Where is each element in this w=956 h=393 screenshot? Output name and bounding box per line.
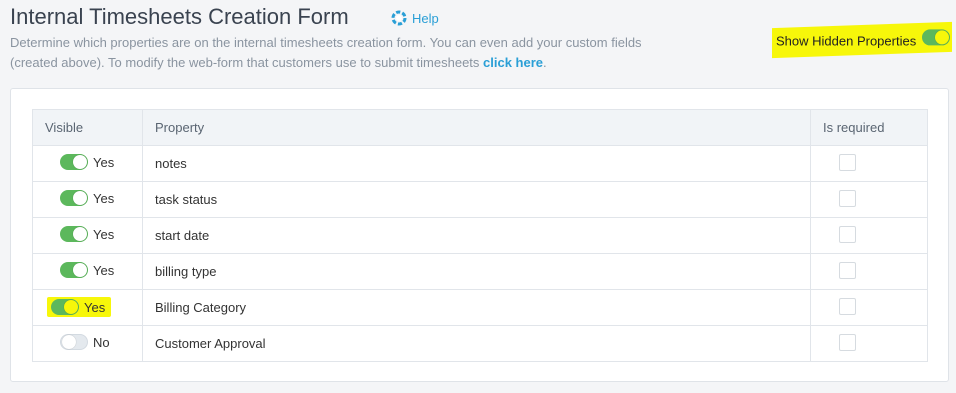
help-label: Help bbox=[412, 10, 439, 26]
property-name: billing type bbox=[142, 253, 811, 290]
visible-toggle[interactable] bbox=[51, 299, 79, 315]
properties-table: Visible Property Is required Yes notes Y… bbox=[32, 109, 928, 362]
visible-label: Yes bbox=[93, 154, 115, 170]
help-link[interactable]: Help bbox=[391, 10, 439, 26]
required-cell bbox=[810, 253, 928, 290]
show-hidden-properties-toggle[interactable] bbox=[922, 29, 950, 46]
required-cell bbox=[810, 289, 928, 326]
lifebuoy-icon bbox=[391, 10, 407, 26]
visible-label: Yes bbox=[84, 299, 106, 315]
required-checkbox[interactable] bbox=[839, 297, 856, 315]
column-header-visible: Visible bbox=[32, 109, 143, 146]
column-header-required: Is required bbox=[810, 109, 928, 146]
visible-toggle[interactable] bbox=[60, 154, 88, 170]
property-name: Customer Approval bbox=[142, 325, 811, 362]
table-row: Yes notes bbox=[32, 145, 928, 182]
visible-toggle[interactable] bbox=[60, 190, 88, 206]
table-row: Yes billing type bbox=[32, 253, 928, 290]
visible-cell: Yes bbox=[32, 217, 143, 254]
required-checkbox[interactable] bbox=[839, 261, 856, 279]
click-here-link[interactable]: click here bbox=[483, 55, 543, 70]
visible-toggle[interactable] bbox=[60, 226, 88, 242]
show-hidden-properties-label: Show Hidden Properties bbox=[775, 33, 916, 49]
property-name: task status bbox=[142, 181, 811, 218]
required-checkbox[interactable] bbox=[839, 153, 856, 171]
visible-toggle[interactable] bbox=[60, 262, 88, 278]
visible-cell: Yes bbox=[32, 145, 143, 182]
visible-label: Yes bbox=[93, 190, 115, 206]
required-checkbox[interactable] bbox=[839, 225, 856, 243]
required-cell bbox=[810, 145, 928, 182]
table-row: Yes start date bbox=[32, 217, 928, 254]
visible-label: Yes bbox=[93, 226, 115, 242]
page-title: Internal Timesheets Creation Form bbox=[10, 4, 349, 29]
properties-panel: Visible Property Is required Yes notes Y… bbox=[10, 88, 949, 382]
visible-cell: Yes bbox=[32, 289, 143, 326]
property-name: Billing Category bbox=[142, 289, 811, 326]
required-cell bbox=[810, 181, 928, 218]
visible-cell: No bbox=[32, 325, 143, 362]
table-row: Yes Billing Category bbox=[32, 289, 928, 326]
property-name: start date bbox=[142, 217, 811, 254]
show-hidden-properties: Show Hidden Properties bbox=[771, 21, 952, 59]
visible-label: Yes bbox=[93, 262, 115, 278]
required-cell bbox=[810, 217, 928, 254]
property-name: notes bbox=[142, 145, 811, 182]
required-checkbox[interactable] bbox=[839, 333, 856, 351]
visible-toggle[interactable] bbox=[60, 334, 88, 350]
visible-cell: Yes bbox=[32, 253, 143, 290]
table-row: No Customer Approval bbox=[32, 325, 928, 362]
visible-label: No bbox=[93, 334, 110, 350]
column-header-property: Property bbox=[142, 109, 811, 146]
description-text: Determine which properties are on the in… bbox=[10, 35, 642, 70]
required-checkbox[interactable] bbox=[839, 189, 856, 207]
page-description: Determine which properties are on the in… bbox=[10, 33, 690, 73]
table-row: Yes task status bbox=[32, 181, 928, 218]
table-header-row: Visible Property Is required bbox=[32, 109, 928, 146]
visible-cell: Yes bbox=[32, 181, 143, 218]
required-cell bbox=[810, 325, 928, 362]
description-end: . bbox=[543, 55, 547, 70]
